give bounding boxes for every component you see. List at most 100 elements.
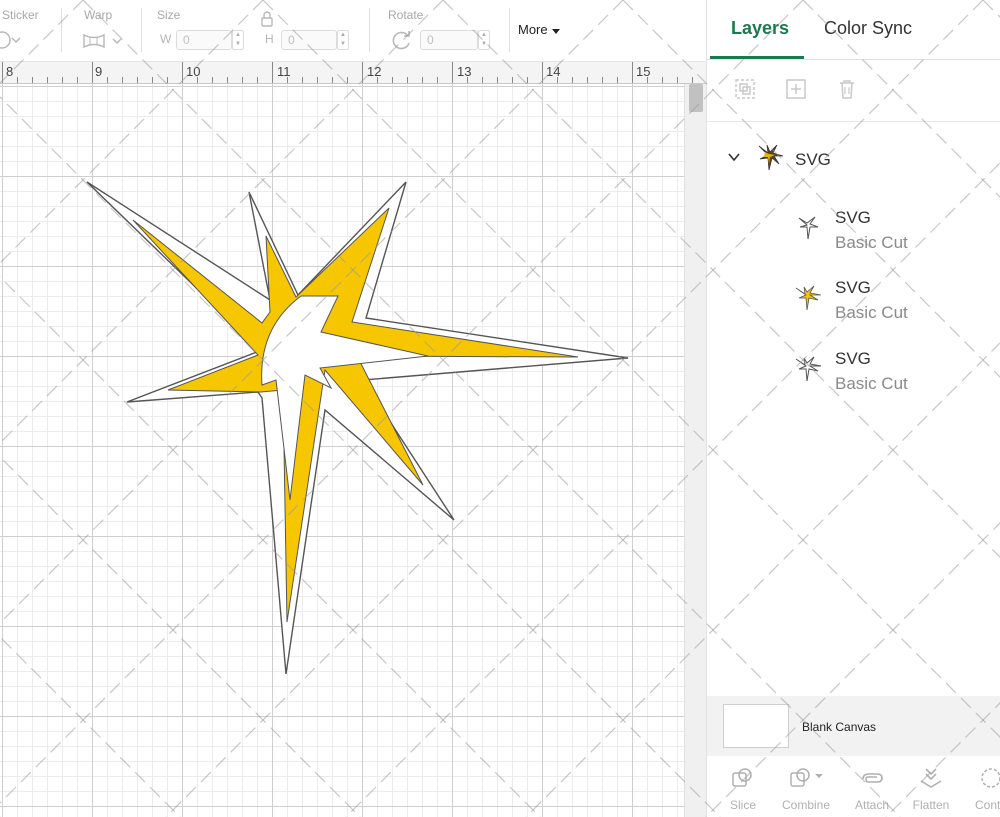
ruler-tick [317,77,318,83]
ruler-tick [677,77,678,83]
combine-button[interactable]: Combine [776,762,836,814]
toolbar-divider [369,8,370,52]
ruler-tick [227,77,228,83]
ruler-tick [377,77,378,83]
height-stepper[interactable]: ▲ ▼ [337,30,349,50]
group-icon[interactable] [733,77,757,101]
rotate-input[interactable]: 0 [420,30,478,50]
attach-label: Attach [854,798,890,812]
scrollbar-thumb[interactable] [689,84,703,112]
blank-canvas-row[interactable]: Blank Canvas [707,696,1000,756]
width-input[interactable]: 0 [176,30,232,50]
width-stepper[interactable]: ▲ ▼ [232,30,244,50]
ruler-number: 13 [457,64,472,79]
ruler-number: 8 [6,64,14,79]
ruler-tick [32,77,33,83]
layer-group-row[interactable]: SVG [707,138,1000,182]
size-tool: Size W 0 ▲ ▼ H 0 ▲ ▼ [150,0,360,62]
layer-group-name: SVG [795,150,831,169]
layer-operation: Basic Cut [835,374,908,393]
layer-thumbnail [798,216,819,240]
ruler-tick [77,77,78,83]
layer-thumbnail [758,144,784,171]
slice-label: Slice [729,798,756,812]
layer-row[interactable]: SVG Basic Cut [707,270,1000,330]
layers-panel: Layers Color Sync SVG SVG Basic Cut SVG … [706,0,1000,817]
ruler-number: 12 [367,64,382,79]
more-label: More [518,22,548,37]
chevron-down-icon[interactable] [727,152,741,162]
ruler-number: 15 [636,64,651,79]
tab-color-sync[interactable]: Color Sync [824,18,912,39]
ruler-number: 10 [186,64,201,79]
ruler-tick [212,77,213,83]
ruler-tick [62,77,63,83]
ruler-tick [302,77,303,83]
ruler-tick [422,77,423,83]
sticker-tool[interactable]: Sticker [0,0,60,62]
blank-canvas-label: Blank Canvas [802,720,877,734]
ruler-tick [587,77,588,83]
ruler-tick [392,77,393,83]
ruler-tick [182,62,183,83]
ruler-tick [347,77,348,83]
ruler-tick [647,77,648,83]
ruler-tick [692,77,693,83]
attach-button[interactable]: Attach [842,762,902,814]
rotate-stepper[interactable]: ▲ ▼ [478,30,490,50]
layer-row[interactable]: SVG Basic Cut [707,200,1000,260]
flatten-button[interactable]: Flatten [901,762,961,814]
ruler-tick [272,62,273,83]
ruler-tick [122,77,123,83]
ruler-tick [527,77,528,83]
ruler-tick [152,77,153,83]
flatten-label: Flatten [912,798,950,812]
ruler-tick [242,77,243,83]
ruler-tick [107,77,108,83]
horizontal-ruler: 8 9 10 11 12 13 14 15 [0,62,706,84]
size-label: Size [157,8,181,22]
contour-button[interactable]: Conto [961,762,1000,814]
ruler-tick [137,77,138,83]
ruler-tick [572,77,573,83]
toolbar-divider [141,8,142,52]
layer-name: SVG [835,278,871,297]
sticker-icon [0,31,20,49]
combine-label: Combine [781,798,831,812]
width-letter: W [160,32,172,46]
ruler-tick [47,77,48,83]
delete-icon[interactable] [835,77,859,101]
more-button[interactable]: More [518,22,561,37]
rotate-label: Rotate [388,8,424,22]
caret-down-icon [552,28,561,34]
ungroup-icon[interactable] [784,77,808,101]
ruler-tick [542,62,543,83]
canvas-scrollbar[interactable] [684,84,706,817]
ruler-tick [167,77,168,83]
ruler-tick [287,77,288,83]
contour-icon [981,768,1000,788]
slice-icon [732,768,752,787]
design-canvas[interactable] [0,84,684,817]
lock-icon[interactable] [260,10,274,28]
warp-tool[interactable]: Warp [70,0,140,62]
toolbar-divider [509,8,510,52]
ruler-tick [602,77,603,83]
attach-icon [862,773,883,783]
tab-layers[interactable]: Layers [731,18,789,39]
ruler-tick [617,77,618,83]
canvas-color-swatch[interactable] [723,704,789,748]
height-input[interactable]: 0 [281,30,337,50]
layer-row[interactable]: SVG Basic Cut [707,341,1000,401]
ruler-tick [437,77,438,83]
ruler-tick [662,77,663,83]
design-artwork[interactable] [0,84,684,817]
slice-button[interactable]: Slice [713,762,773,814]
ruler-tick [512,77,513,83]
layer-thumbnail [795,285,822,311]
panel-divider [707,121,1000,122]
ruler-tick [407,77,408,83]
rotate-icon [392,31,410,50]
flatten-icon [920,768,942,788]
rotate-tool: Rotate 0 ▲ ▼ [378,0,498,62]
